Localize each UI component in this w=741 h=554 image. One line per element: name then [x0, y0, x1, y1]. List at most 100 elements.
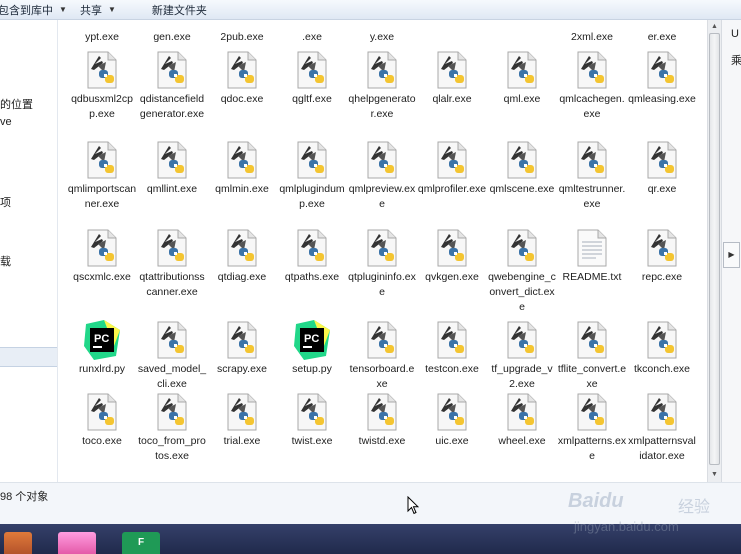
mouse-cursor-icon: [407, 496, 419, 515]
python-exe-icon: [154, 392, 190, 432]
file-item[interactable]: twist.exe: [277, 392, 347, 482]
nav-item-recent-places[interactable]: 的位置: [0, 96, 33, 112]
python-exe-icon: [154, 320, 190, 360]
file-item[interactable]: qlalr.exe: [417, 50, 487, 140]
nav-item-download[interactable]: 载: [0, 253, 11, 269]
python-exe-icon: [224, 392, 260, 432]
file-item[interactable]: qmlplugindump.exe: [277, 140, 347, 230]
nav-item-item[interactable]: 项: [0, 194, 11, 210]
python-exe-icon: [644, 320, 680, 360]
expand-pane-icon[interactable]: ▶: [723, 242, 740, 268]
file-item[interactable]: xmlpatternsvalidator.exe: [627, 392, 697, 482]
chevron-down-icon: ▼: [108, 5, 116, 14]
file-item[interactable]: qdoc.exe: [207, 50, 277, 140]
nav-item-label: 项: [0, 197, 11, 209]
file-name: repc.exe: [641, 271, 683, 283]
file-item[interactable]: qmlcachegen.exe: [557, 50, 627, 140]
scroll-thumb[interactable]: [709, 33, 720, 465]
file-item[interactable]: toco.exe: [67, 392, 137, 482]
file-item[interactable]: qtdiag.exe: [207, 228, 277, 318]
file-item[interactable]: twistd.exe: [347, 392, 417, 482]
file-item[interactable]: uic.exe: [417, 392, 487, 482]
file-name: qlalr.exe: [432, 93, 472, 105]
file-name: toco.exe: [82, 435, 122, 447]
file-list[interactable]: ypt.exe gen.exe 2pub.exe .exe y.exe 2xml.exe e…: [59, 20, 707, 482]
file-item[interactable]: qmlimportscanner.exe: [67, 140, 137, 230]
svg-text:PC: PC: [94, 333, 109, 345]
python-exe-icon: [574, 320, 610, 360]
python-exe-icon: [364, 228, 400, 268]
file-item[interactable]: qtpaths.exe: [277, 228, 347, 318]
include-in-library-button[interactable]: 包含到库中 ▼: [0, 0, 67, 20]
file-item[interactable]: trial.exe: [207, 392, 277, 482]
file-item[interactable]: ypt.exe: [67, 20, 137, 48]
file-item[interactable]: qr.exe: [627, 140, 697, 230]
file-item[interactable]: qvkgen.exe: [417, 228, 487, 318]
nav-item-drive[interactable]: ve: [0, 116, 12, 128]
python-exe-icon: [224, 50, 260, 90]
file-item[interactable]: gen.exe: [137, 20, 207, 48]
share-button[interactable]: 共享 ▼: [80, 0, 126, 20]
file-item[interactable]: qtattributionsscanner.exe: [137, 228, 207, 318]
file-name: tf_upgrade_v2.exe: [491, 363, 553, 390]
taskbar-app-1[interactable]: [4, 532, 32, 554]
file-name: tkconch.exe: [633, 363, 691, 375]
file-item[interactable]: [487, 20, 557, 48]
file-item[interactable]: qmlscene.exe: [487, 140, 557, 230]
file-item[interactable]: qmlprofiler.exe: [417, 140, 487, 230]
file-item[interactable]: qmlmin.exe: [207, 140, 277, 230]
file-name: qtpaths.exe: [284, 271, 340, 283]
file-name: 2pub.exe: [220, 31, 264, 43]
share-label: 共享: [80, 4, 102, 17]
nav-item-label: 载: [0, 256, 11, 268]
file-item[interactable]: qdistancefieldgenerator.exe: [137, 50, 207, 140]
chevron-down-icon: ▼: [59, 5, 67, 14]
scroll-down-icon[interactable]: ▼: [708, 468, 721, 481]
file-item[interactable]: qmlpreview.exe: [347, 140, 417, 230]
file-item[interactable]: toco_from_protos.exe: [137, 392, 207, 482]
file-item[interactable]: qml.exe: [487, 50, 557, 140]
file-item[interactable]: repc.exe: [627, 228, 697, 318]
scroll-up-icon[interactable]: ▲: [708, 20, 721, 33]
vertical-scrollbar[interactable]: ▲ ▼: [707, 20, 721, 482]
taskbar-app-2[interactable]: [58, 532, 96, 554]
file-item[interactable]: qwebengine_convert_dict.exe: [487, 228, 557, 318]
file-item[interactable]: 2pub.exe: [207, 20, 277, 48]
text-file-icon: [574, 228, 610, 268]
file-item[interactable]: 2xml.exe: [557, 20, 627, 48]
file-item[interactable]: y.exe: [347, 20, 417, 48]
file-item[interactable]: qmllint.exe: [137, 140, 207, 230]
explorer-window: 包含到库中 ▼ 共享 ▼ 新建文件夹 的位置 ve 项 载 ypt.exe gen…: [0, 0, 741, 554]
file-name: trial.exe: [223, 435, 261, 447]
navigation-pane[interactable]: 的位置 ve 项 载: [0, 20, 58, 482]
file-item[interactable]: qmltestrunner.exe: [557, 140, 627, 230]
file-item[interactable]: wheel.exe: [487, 392, 557, 482]
new-folder-button[interactable]: 新建文件夹: [152, 0, 217, 20]
file-item[interactable]: xmlpatterns.exe: [557, 392, 627, 482]
file-item[interactable]: qdbusxml2cpp.exe: [67, 50, 137, 140]
file-item[interactable]: er.exe: [627, 20, 697, 48]
python-exe-icon: [434, 50, 470, 90]
python-exe-icon: [154, 140, 190, 180]
file-item[interactable]: qhelpgenerator.exe: [347, 50, 417, 140]
file-item[interactable]: .exe: [277, 20, 347, 48]
python-exe-icon: [294, 392, 330, 432]
nav-selected-item[interactable]: [0, 347, 57, 367]
file-name: er.exe: [647, 31, 677, 43]
file-name: qscxmlc.exe: [73, 271, 131, 283]
python-exe-icon: [224, 228, 260, 268]
taskbar-app-3[interactable]: F: [122, 532, 160, 554]
file-name: qmlpreview.exe: [348, 183, 416, 210]
file-item[interactable]: qtplugininfo.exe: [347, 228, 417, 318]
file-item[interactable]: qgltf.exe: [277, 50, 347, 140]
python-exe-icon: [644, 140, 680, 180]
python-exe-icon: [294, 50, 330, 90]
file-name: qmlcachegen.exe: [559, 93, 625, 120]
file-name: twist.exe: [291, 435, 333, 447]
file-item[interactable]: qscxmlc.exe: [67, 228, 137, 318]
file-name: qtattributionsscanner.exe: [139, 271, 205, 298]
file-item[interactable]: qmleasing.exe: [627, 50, 697, 140]
python-exe-icon: [574, 392, 610, 432]
file-item[interactable]: README.txt: [557, 228, 627, 318]
file-item[interactable]: [417, 20, 487, 48]
